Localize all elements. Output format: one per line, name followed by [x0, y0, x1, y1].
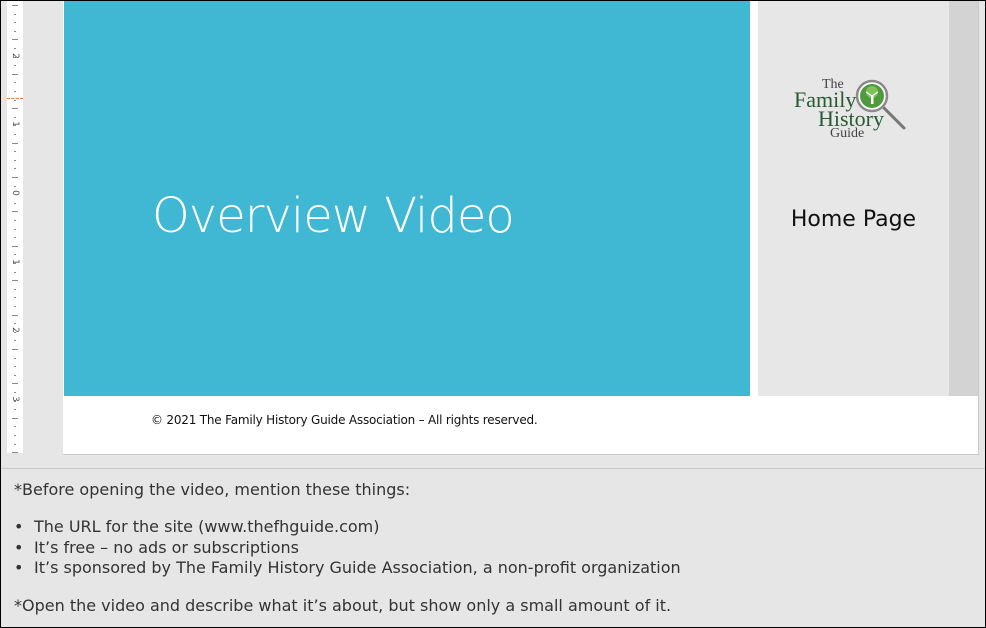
ruler-tick [14, 185, 16, 187]
ruler-tick [14, 202, 16, 204]
ruler-tick [14, 168, 16, 170]
ruler-tick [14, 323, 16, 325]
notes-bullet: • It’s free – no ads or subscriptions [14, 538, 974, 559]
side-panel[interactable]: The Family History Guide Home Page [758, 1, 949, 396]
ruler-tick [14, 30, 16, 32]
notes-intro: *Before opening the video, mention these… [14, 480, 411, 499]
ruler-tick [12, 245, 18, 247]
notes-divider[interactable] [1, 468, 985, 469]
copyright-footer[interactable]: © 2021 The Family History Guide Associat… [151, 413, 538, 427]
notes-bullet-list: • The URL for the site (www.thefhguide.co… [14, 517, 974, 579]
magnifier-tree-icon [855, 79, 906, 130]
ruler-tick [12, 142, 18, 144]
ruler-tick [14, 91, 16, 92]
ruler-tick [14, 288, 16, 290]
ruler-tick [14, 116, 16, 118]
ruler-tick [12, 73, 18, 75]
ruler-number: 2 [10, 327, 20, 333]
ruler-number: 1 [10, 259, 20, 265]
notes-outro: *Open the video and describe what it’s a… [14, 595, 672, 615]
ruler-tick [12, 349, 18, 350]
ruler-tick [14, 357, 16, 359]
ruler-tick [14, 48, 16, 49]
ruler-tick [12, 452, 18, 454]
home-page-label[interactable]: Home Page [758, 207, 949, 232]
speaker-notes-pane[interactable]: *Before opening the video, mention these… [14, 479, 974, 616]
ruler-tick [14, 134, 16, 135]
ruler-tick [12, 108, 18, 110]
ruler-tick [14, 125, 16, 127]
bullet-icon: • [14, 558, 24, 577]
ruler-tick [14, 297, 16, 299]
notes-bullet-text: It’s sponsored by The Family History Gui… [34, 558, 681, 577]
notes-bullet-text: It’s free – no ads or subscriptions [34, 537, 299, 557]
ruler-tick [14, 65, 16, 67]
slide-canvas[interactable]: Overview Video The Family History Guide … [63, 1, 979, 455]
ruler-tick [14, 254, 16, 256]
ruler-tick [14, 271, 16, 273]
ruler-tick [12, 417, 18, 419]
bullet-icon: • [14, 517, 24, 536]
ruler-tick [14, 366, 16, 368]
slide-title[interactable]: Overview Video [152, 188, 515, 244]
ruler-tick [14, 22, 16, 24]
ruler-tick [12, 280, 18, 282]
vertical-ruler: 2 1 0 1 2 3 [7, 1, 23, 454]
ruler-tick [14, 99, 16, 101]
ruler-tick [14, 392, 16, 393]
notes-bullet: • It’s sponsored by The Family History Gu… [14, 558, 974, 579]
ruler-tick [14, 151, 16, 153]
ruler-tick [14, 13, 16, 15]
ruler-tick [14, 56, 16, 58]
ruler-tick [12, 177, 18, 178]
bullet-icon: • [14, 537, 24, 557]
ruler-tick [14, 263, 16, 264]
ruler-tick [14, 82, 16, 84]
slide-edge-strip [949, 1, 978, 396]
powerpoint-editor: 2 1 0 1 2 3 Overview Video The Family Hi… [0, 0, 986, 628]
ruler-tick [12, 5, 18, 6]
ruler-tick [14, 331, 16, 333]
ruler-tick [14, 159, 16, 161]
ruler-tick [12, 383, 18, 385]
ruler-number: 0 [10, 190, 20, 196]
ruler-tick [14, 237, 16, 239]
notes-bullet: • The URL for the site (www.thefhguide.co… [14, 517, 974, 538]
ruler-tick [14, 228, 16, 230]
ruler-tick [14, 426, 16, 428]
ruler-tick [12, 211, 18, 213]
title-panel[interactable]: Overview Video [64, 1, 750, 396]
ruler-number: 1 [10, 121, 20, 127]
notes-bullet-text: The URL for the site (www.thefhguide.com… [34, 517, 380, 536]
ruler-tick [12, 314, 18, 316]
ruler-tick [14, 306, 16, 307]
ruler-number: 3 [10, 396, 20, 402]
ruler-tick [14, 435, 16, 436]
ruler-tick [14, 220, 16, 221]
ruler-tick [14, 409, 16, 411]
ruler-tick [14, 374, 16, 376]
family-history-guide-logo: The Family History Guide [790, 78, 920, 148]
ruler-tick [14, 400, 16, 402]
ruler-tick [14, 194, 16, 196]
ruler-tick [14, 443, 16, 445]
ruler-tick [12, 39, 18, 41]
ruler-tick [14, 340, 16, 342]
